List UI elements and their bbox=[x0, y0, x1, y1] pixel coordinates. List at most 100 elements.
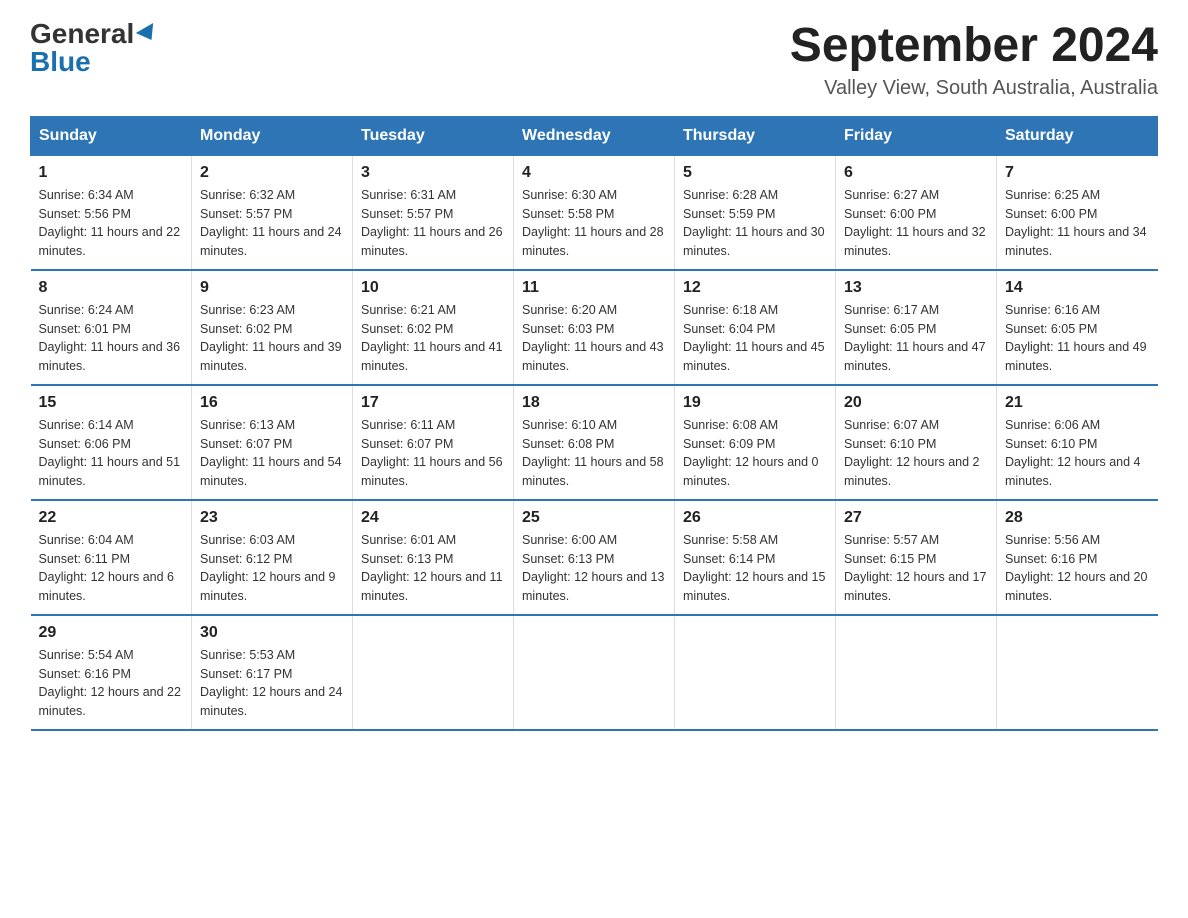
calendar-cell: 16 Sunrise: 6:13 AMSunset: 6:07 PMDaylig… bbox=[192, 385, 353, 500]
calendar-cell: 8 Sunrise: 6:24 AMSunset: 6:01 PMDayligh… bbox=[31, 270, 192, 385]
calendar-cell: 6 Sunrise: 6:27 AMSunset: 6:00 PMDayligh… bbox=[836, 155, 997, 270]
day-info: Sunrise: 6:13 AMSunset: 6:07 PMDaylight:… bbox=[200, 416, 344, 491]
day-number: 1 bbox=[39, 164, 184, 182]
calendar-cell: 25 Sunrise: 6:00 AMSunset: 6:13 PMDaylig… bbox=[514, 500, 675, 615]
day-number: 26 bbox=[683, 509, 827, 527]
location-title: Valley View, South Australia, Australia bbox=[790, 77, 1158, 100]
day-number: 10 bbox=[361, 279, 505, 297]
day-number: 3 bbox=[361, 164, 505, 182]
calendar-cell: 18 Sunrise: 6:10 AMSunset: 6:08 PMDaylig… bbox=[514, 385, 675, 500]
calendar-cell: 2 Sunrise: 6:32 AMSunset: 5:57 PMDayligh… bbox=[192, 155, 353, 270]
day-info: Sunrise: 6:06 AMSunset: 6:10 PMDaylight:… bbox=[1005, 416, 1150, 491]
calendar-cell: 7 Sunrise: 6:25 AMSunset: 6:00 PMDayligh… bbox=[997, 155, 1158, 270]
calendar-cell: 29 Sunrise: 5:54 AMSunset: 6:16 PMDaylig… bbox=[31, 615, 192, 730]
day-info: Sunrise: 6:10 AMSunset: 6:08 PMDaylight:… bbox=[522, 416, 666, 491]
day-number: 22 bbox=[39, 509, 184, 527]
calendar-week-row: 15 Sunrise: 6:14 AMSunset: 6:06 PMDaylig… bbox=[31, 385, 1158, 500]
calendar-cell: 11 Sunrise: 6:20 AMSunset: 6:03 PMDaylig… bbox=[514, 270, 675, 385]
calendar-week-row: 1 Sunrise: 6:34 AMSunset: 5:56 PMDayligh… bbox=[31, 155, 1158, 270]
day-info: Sunrise: 6:04 AMSunset: 6:11 PMDaylight:… bbox=[39, 531, 184, 606]
day-number: 15 bbox=[39, 394, 184, 412]
day-number: 23 bbox=[200, 509, 344, 527]
calendar-cell: 20 Sunrise: 6:07 AMSunset: 6:10 PMDaylig… bbox=[836, 385, 997, 500]
day-number: 12 bbox=[683, 279, 827, 297]
calendar-header-row: SundayMondayTuesdayWednesdayThursdayFrid… bbox=[31, 116, 1158, 155]
calendar-cell: 27 Sunrise: 5:57 AMSunset: 6:15 PMDaylig… bbox=[836, 500, 997, 615]
calendar-cell: 1 Sunrise: 6:34 AMSunset: 5:56 PMDayligh… bbox=[31, 155, 192, 270]
day-number: 5 bbox=[683, 164, 827, 182]
day-number: 11 bbox=[522, 279, 666, 297]
day-info: Sunrise: 6:30 AMSunset: 5:58 PMDaylight:… bbox=[522, 186, 666, 261]
calendar-cell: 3 Sunrise: 6:31 AMSunset: 5:57 PMDayligh… bbox=[353, 155, 514, 270]
day-info: Sunrise: 5:56 AMSunset: 6:16 PMDaylight:… bbox=[1005, 531, 1150, 606]
calendar-cell: 5 Sunrise: 6:28 AMSunset: 5:59 PMDayligh… bbox=[675, 155, 836, 270]
calendar-cell bbox=[353, 615, 514, 730]
calendar-cell: 23 Sunrise: 6:03 AMSunset: 6:12 PMDaylig… bbox=[192, 500, 353, 615]
day-info: Sunrise: 6:08 AMSunset: 6:09 PMDaylight:… bbox=[683, 416, 827, 491]
day-info: Sunrise: 6:21 AMSunset: 6:02 PMDaylight:… bbox=[361, 301, 505, 376]
day-info: Sunrise: 6:32 AMSunset: 5:57 PMDaylight:… bbox=[200, 186, 344, 261]
day-info: Sunrise: 6:14 AMSunset: 6:06 PMDaylight:… bbox=[39, 416, 184, 491]
calendar-cell bbox=[836, 615, 997, 730]
day-number: 29 bbox=[39, 624, 184, 642]
day-info: Sunrise: 6:23 AMSunset: 6:02 PMDaylight:… bbox=[200, 301, 344, 376]
calendar-week-row: 22 Sunrise: 6:04 AMSunset: 6:11 PMDaylig… bbox=[31, 500, 1158, 615]
logo-triangle-icon bbox=[136, 23, 160, 45]
logo-blue-text: Blue bbox=[30, 48, 91, 76]
logo: General Blue bbox=[30, 20, 158, 76]
day-info: Sunrise: 6:07 AMSunset: 6:10 PMDaylight:… bbox=[844, 416, 988, 491]
calendar-cell: 19 Sunrise: 6:08 AMSunset: 6:09 PMDaylig… bbox=[675, 385, 836, 500]
page-header: General Blue September 2024 Valley View,… bbox=[30, 20, 1158, 100]
day-number: 2 bbox=[200, 164, 344, 182]
calendar-cell: 28 Sunrise: 5:56 AMSunset: 6:16 PMDaylig… bbox=[997, 500, 1158, 615]
calendar-cell bbox=[675, 615, 836, 730]
calendar-header-tuesday: Tuesday bbox=[353, 116, 514, 155]
calendar-cell: 22 Sunrise: 6:04 AMSunset: 6:11 PMDaylig… bbox=[31, 500, 192, 615]
day-number: 16 bbox=[200, 394, 344, 412]
day-number: 13 bbox=[844, 279, 988, 297]
day-info: Sunrise: 6:01 AMSunset: 6:13 PMDaylight:… bbox=[361, 531, 505, 606]
day-info: Sunrise: 6:18 AMSunset: 6:04 PMDaylight:… bbox=[683, 301, 827, 376]
calendar-cell: 14 Sunrise: 6:16 AMSunset: 6:05 PMDaylig… bbox=[997, 270, 1158, 385]
day-info: Sunrise: 6:17 AMSunset: 6:05 PMDaylight:… bbox=[844, 301, 988, 376]
calendar-cell: 24 Sunrise: 6:01 AMSunset: 6:13 PMDaylig… bbox=[353, 500, 514, 615]
day-number: 27 bbox=[844, 509, 988, 527]
day-number: 17 bbox=[361, 394, 505, 412]
day-info: Sunrise: 5:54 AMSunset: 6:16 PMDaylight:… bbox=[39, 646, 184, 721]
calendar-cell: 12 Sunrise: 6:18 AMSunset: 6:04 PMDaylig… bbox=[675, 270, 836, 385]
calendar-cell: 13 Sunrise: 6:17 AMSunset: 6:05 PMDaylig… bbox=[836, 270, 997, 385]
calendar-cell: 4 Sunrise: 6:30 AMSunset: 5:58 PMDayligh… bbox=[514, 155, 675, 270]
day-info: Sunrise: 6:28 AMSunset: 5:59 PMDaylight:… bbox=[683, 186, 827, 261]
day-info: Sunrise: 6:20 AMSunset: 6:03 PMDaylight:… bbox=[522, 301, 666, 376]
day-info: Sunrise: 6:11 AMSunset: 6:07 PMDaylight:… bbox=[361, 416, 505, 491]
calendar-cell bbox=[514, 615, 675, 730]
day-info: Sunrise: 6:27 AMSunset: 6:00 PMDaylight:… bbox=[844, 186, 988, 261]
calendar-week-row: 8 Sunrise: 6:24 AMSunset: 6:01 PMDayligh… bbox=[31, 270, 1158, 385]
title-area: September 2024 Valley View, South Austra… bbox=[790, 20, 1158, 100]
day-number: 30 bbox=[200, 624, 344, 642]
day-info: Sunrise: 6:00 AMSunset: 6:13 PMDaylight:… bbox=[522, 531, 666, 606]
day-info: Sunrise: 6:24 AMSunset: 6:01 PMDaylight:… bbox=[39, 301, 184, 376]
calendar-cell: 10 Sunrise: 6:21 AMSunset: 6:02 PMDaylig… bbox=[353, 270, 514, 385]
calendar-cell: 30 Sunrise: 5:53 AMSunset: 6:17 PMDaylig… bbox=[192, 615, 353, 730]
calendar-header-monday: Monday bbox=[192, 116, 353, 155]
calendar-cell: 15 Sunrise: 6:14 AMSunset: 6:06 PMDaylig… bbox=[31, 385, 192, 500]
day-info: Sunrise: 6:16 AMSunset: 6:05 PMDaylight:… bbox=[1005, 301, 1150, 376]
day-number: 9 bbox=[200, 279, 344, 297]
calendar-header-thursday: Thursday bbox=[675, 116, 836, 155]
day-number: 28 bbox=[1005, 509, 1150, 527]
calendar-cell: 26 Sunrise: 5:58 AMSunset: 6:14 PMDaylig… bbox=[675, 500, 836, 615]
day-number: 25 bbox=[522, 509, 666, 527]
calendar-header-friday: Friday bbox=[836, 116, 997, 155]
calendar-cell bbox=[997, 615, 1158, 730]
calendar-table: SundayMondayTuesdayWednesdayThursdayFrid… bbox=[30, 116, 1158, 731]
day-number: 7 bbox=[1005, 164, 1150, 182]
calendar-header-saturday: Saturday bbox=[997, 116, 1158, 155]
month-title: September 2024 bbox=[790, 20, 1158, 73]
calendar-header-wednesday: Wednesday bbox=[514, 116, 675, 155]
calendar-cell: 9 Sunrise: 6:23 AMSunset: 6:02 PMDayligh… bbox=[192, 270, 353, 385]
calendar-cell: 21 Sunrise: 6:06 AMSunset: 6:10 PMDaylig… bbox=[997, 385, 1158, 500]
day-number: 6 bbox=[844, 164, 988, 182]
day-info: Sunrise: 6:34 AMSunset: 5:56 PMDaylight:… bbox=[39, 186, 184, 261]
day-number: 14 bbox=[1005, 279, 1150, 297]
